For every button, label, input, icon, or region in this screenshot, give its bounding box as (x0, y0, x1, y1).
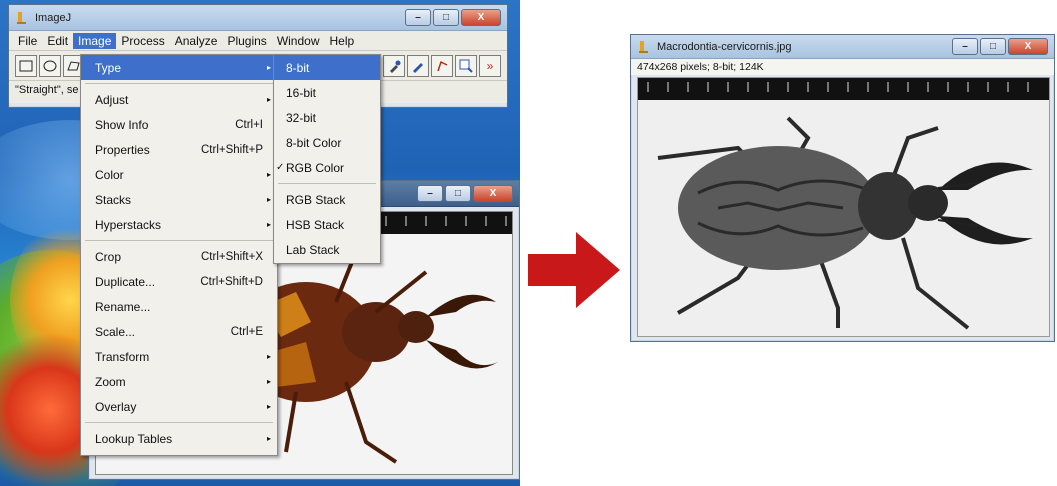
type-item-hsb-stack[interactable]: HSB Stack (274, 212, 380, 237)
menu-help[interactable]: Help (325, 33, 360, 49)
menu-item-show-info[interactable]: Show Info Ctrl+I (81, 112, 277, 137)
submenu-arrow-icon: ▸ (266, 170, 271, 179)
beetle-grayscale-picture (638, 78, 1049, 336)
menu-item-duplicate[interactable]: Duplicate... Ctrl+Shift+D (81, 269, 277, 294)
imagej-title: ImageJ (35, 11, 72, 24)
menu-plugins[interactable]: Plugins (222, 33, 271, 49)
menu-analyze[interactable]: Analyze (170, 33, 223, 49)
imagej-app-icon (639, 40, 648, 53)
menu-item-overlay[interactable]: Overlay ▸ (81, 394, 277, 419)
menu-item-crop[interactable]: Crop Ctrl+Shift+X (81, 244, 277, 269)
menu-separator (85, 422, 273, 423)
result-window-title: Macrodontia-cervicornis.jpg (657, 40, 792, 53)
image-menu-dropdown: Type ▸ Adjust ▸ Show Info Ctrl+I Propert… (80, 54, 278, 456)
minimize-button[interactable]: – (405, 9, 431, 26)
minimize-button[interactable]: – (417, 185, 443, 202)
type-item-lab-stack[interactable]: Lab Stack (274, 237, 380, 262)
result-window-titlebar: Macrodontia-cervicornis.jpg – □ X (631, 35, 1054, 59)
menu-process[interactable]: Process (116, 33, 169, 49)
menu-separator (278, 183, 376, 184)
menu-separator (85, 240, 273, 241)
menu-item-type[interactable]: Type ▸ (81, 55, 277, 80)
rectangle-tool-icon[interactable] (15, 54, 37, 77)
menu-file[interactable]: File (13, 33, 42, 49)
submenu-arrow-icon: ▸ (266, 195, 271, 204)
angle-tool-icon[interactable] (431, 54, 453, 77)
type-item-8bit[interactable]: 8-bit (274, 55, 380, 80)
imagej-titlebar: ImageJ – □ X (9, 5, 507, 31)
image-info-line: 474x268 pixels; 8-bit; 124K (631, 59, 1054, 75)
type-item-8bit-color[interactable]: 8-bit Color (274, 130, 380, 155)
close-button[interactable]: X (473, 185, 513, 202)
menu-item-stacks[interactable]: Stacks ▸ (81, 187, 277, 212)
checkmark-icon: ✓ (276, 162, 285, 173)
menu-item-properties[interactable]: Properties Ctrl+Shift+P (81, 137, 277, 162)
type-item-rgb-color[interactable]: ✓ RGB Color (274, 155, 380, 180)
type-item-rgb-stack[interactable]: RGB Stack (274, 187, 380, 212)
type-submenu: 8-bit 16-bit 32-bit 8-bit Color ✓ RGB Co… (273, 54, 381, 264)
maximize-button[interactable]: □ (980, 38, 1006, 55)
result-image-window: Macrodontia-cervicornis.jpg – □ X 474x26… (630, 34, 1055, 342)
menu-bar: File Edit Image Process Analyze Plugins … (9, 31, 507, 51)
submenu-arrow-icon: ▸ (266, 402, 271, 411)
menu-image[interactable]: Image (73, 32, 117, 49)
imagej-app-icon (17, 11, 26, 24)
menu-item-color[interactable]: Color ▸ (81, 162, 277, 187)
submenu-arrow-icon: ▸ (266, 63, 271, 72)
type-item-32bit[interactable]: 32-bit (274, 105, 380, 130)
menu-item-scale[interactable]: Scale... Ctrl+E (81, 319, 277, 344)
submenu-arrow-icon: ▸ (266, 220, 271, 229)
menu-item-lookup-tables[interactable]: Lookup Tables ▸ (81, 426, 277, 451)
oval-tool-icon[interactable] (39, 54, 61, 77)
screenshot-stage: – □ X ImageJ – □ X File Edit Image Proce… (0, 0, 1057, 486)
menu-item-transform[interactable]: Transform ▸ (81, 344, 277, 369)
submenu-arrow-icon: ▸ (266, 377, 271, 386)
submenu-arrow-icon: ▸ (266, 95, 271, 104)
menu-separator (85, 83, 273, 84)
beetle-grayscale-image (637, 77, 1050, 337)
menu-edit[interactable]: Edit (42, 33, 73, 49)
pencil-tool-icon[interactable] (407, 54, 429, 77)
close-button[interactable]: X (461, 9, 501, 26)
submenu-arrow-icon: ▸ (266, 434, 271, 443)
menu-window[interactable]: Window (272, 33, 325, 49)
menu-item-zoom[interactable]: Zoom ▸ (81, 369, 277, 394)
type-item-16bit[interactable]: 16-bit (274, 80, 380, 105)
more-tools-icon[interactable]: » (479, 54, 501, 77)
menu-item-hyperstacks[interactable]: Hyperstacks ▸ (81, 212, 277, 237)
minimize-button[interactable]: – (952, 38, 978, 55)
maximize-button[interactable]: □ (433, 9, 459, 26)
zoom-tool-icon[interactable] (455, 54, 477, 77)
menu-item-adjust[interactable]: Adjust ▸ (81, 87, 277, 112)
transition-arrow-icon (528, 232, 620, 308)
close-button[interactable]: X (1008, 38, 1048, 55)
submenu-arrow-icon: ▸ (266, 352, 271, 361)
menu-item-rename[interactable]: Rename... (81, 294, 277, 319)
dropper-tool-icon[interactable] (383, 54, 405, 77)
maximize-button[interactable]: □ (445, 185, 471, 202)
